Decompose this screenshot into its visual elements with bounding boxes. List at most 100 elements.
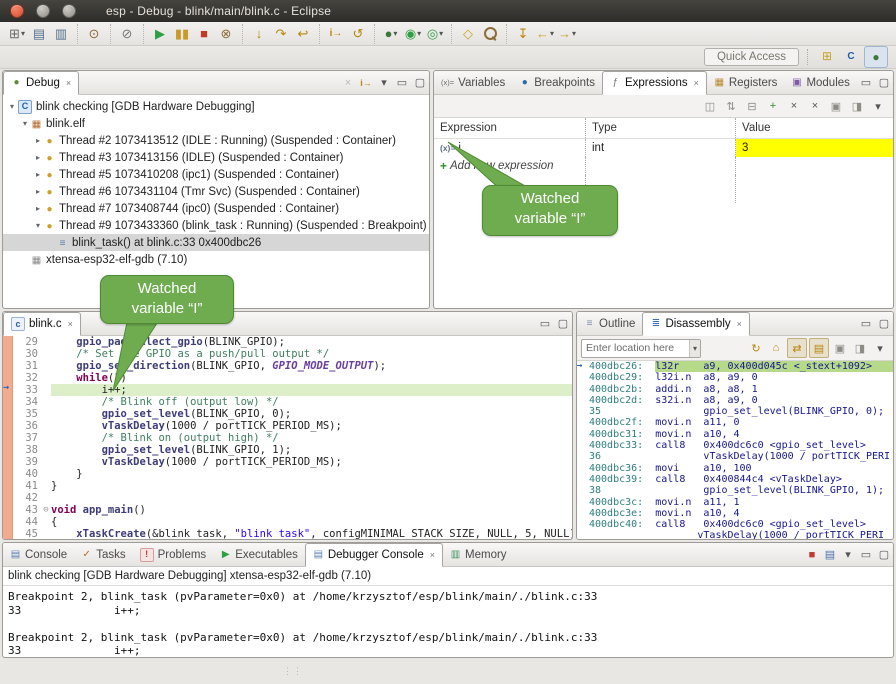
console-menu-icon[interactable]: ▾ <box>839 546 857 564</box>
tab-close-icon[interactable]: × <box>430 550 435 560</box>
tab-modules[interactable]: ▣Modules <box>784 71 856 94</box>
tab-blink-c[interactable]: cblink.c× <box>3 312 81 336</box>
dropdown-arrow-icon[interactable]: ▾ <box>439 30 443 38</box>
disassembly-instruction-line[interactable]: 400dbc39: call8 0x400844c4 <vTaskDelay> <box>577 474 893 485</box>
minimize-view-icon[interactable]: ▭ <box>857 74 875 92</box>
terminate-icon[interactable]: ■ <box>803 546 821 564</box>
disassembly-source-line[interactable]: 35 gpio_set_level(BLINK_GPIO, 0); <box>577 406 893 417</box>
tree-item-thread-9[interactable]: ▾●Thread #9 1073433360 (blink_task : Run… <box>3 217 429 234</box>
tab-disassembly[interactable]: ≣Disassembly× <box>642 312 749 336</box>
maximize-view-icon[interactable]: ▢ <box>411 74 429 92</box>
remove-all-terminated-icon[interactable]: × <box>339 74 357 92</box>
tree-expander-icon[interactable]: ▾ <box>33 221 43 230</box>
tab-outline[interactable]: ≡Outline <box>577 312 642 335</box>
code-line-35[interactable]: 35 gpio_set_level(BLINK_GPIO, 0); <box>3 408 572 420</box>
code-line-29[interactable]: 29 gpio_pad_select_gpio(BLINK_GPIO); <box>3 336 572 348</box>
tree-expander-icon[interactable]: ▸ <box>33 153 43 162</box>
disassembly-instruction-line[interactable]: 400dbc2d: s32i.n a8, a9, 0 <box>577 395 893 406</box>
debug-perspective-button[interactable]: ● <box>864 46 888 68</box>
status-bar-handle[interactable]: ⋮⋮ <box>283 666 303 677</box>
dropdown-arrow-icon[interactable]: ▾ <box>417 30 421 38</box>
external-tools-button[interactable]: ◎▾ <box>424 24 446 44</box>
drop-to-frame-button[interactable]: ↺ <box>347 24 369 44</box>
run-button[interactable]: ◉▾ <box>402 24 424 44</box>
show-logical-structure-icon[interactable]: ⇅ <box>722 97 740 115</box>
location-combo-dropdown-icon[interactable]: ▾ <box>689 340 700 357</box>
open-element-button[interactable]: ◇ <box>451 24 479 44</box>
disassembly-instruction-line[interactable]: 400dbc2b: addi.n a8, a8, 1 <box>577 384 893 395</box>
tree-item-program[interactable]: ▾▦blink.elf <box>3 115 429 132</box>
tree-expander-icon[interactable]: ▸ <box>33 204 43 213</box>
pin-view-icon[interactable]: ◨ <box>851 339 869 357</box>
tab-tasks[interactable]: ✓Tasks <box>74 543 132 566</box>
tab-close-icon[interactable]: × <box>68 319 73 329</box>
tree-expander-icon[interactable]: ▸ <box>33 136 43 145</box>
disassembly-source-line[interactable]: vTaskDelay(1000 / portTICK_PERI <box>577 530 893 540</box>
minimize-view-icon[interactable]: ▭ <box>857 315 875 333</box>
tab-breakpoints[interactable]: ●Breakpoints <box>512 71 602 94</box>
column-header-type[interactable]: Type <box>586 118 736 138</box>
forward-button[interactable]: →▾ <box>556 24 578 44</box>
show-types-icon[interactable]: ◫ <box>701 97 719 115</box>
code-line-37[interactable]: 37 /* Blink on (output high) */ <box>3 432 572 444</box>
dropdown-arrow-icon[interactable]: ▾ <box>572 30 576 38</box>
fold-marker-icon[interactable]: ⊖ <box>41 504 51 516</box>
tree-item-thread-3[interactable]: ▸●Thread #3 1073413156 (IDLE) (Suspended… <box>3 149 429 166</box>
maximize-view-icon[interactable]: ▢ <box>875 315 893 333</box>
search-button[interactable] <box>479 24 501 44</box>
tree-expander-icon[interactable]: ▸ <box>33 187 43 196</box>
suspend-button[interactable]: ▮▮ <box>171 24 193 44</box>
build-button[interactable]: ⊙ <box>77 24 105 44</box>
maximize-view-icon[interactable]: ▢ <box>875 74 893 92</box>
tree-item-launch-config[interactable]: ▾Cblink checking [GDB Hardware Debugging… <box>3 98 429 115</box>
code-line-36[interactable]: 36 vTaskDelay(1000 / portTICK_PERIOD_MS)… <box>3 420 572 432</box>
maximize-view-icon[interactable]: ▢ <box>875 546 893 564</box>
tab-debugger-console[interactable]: ▤Debugger Console× <box>305 543 443 567</box>
dropdown-arrow-icon[interactable]: ▾ <box>550 30 554 38</box>
code-line-39[interactable]: 39 vTaskDelay(1000 / portTICK_PERIOD_MS)… <box>3 456 572 468</box>
code-line-32[interactable]: 32 while(1) <box>3 372 572 384</box>
skip-all-breakpoints-button[interactable]: ⊘ <box>110 24 138 44</box>
new-expressions-view-icon[interactable]: ▣ <box>827 97 845 115</box>
location-combo[interactable]: Enter location here ▾ <box>581 339 701 358</box>
disassembly-instruction-line[interactable]: 400dbc29: l32i.n a8, a9, 0 <box>577 372 893 383</box>
disassembly-source-line[interactable]: 38 gpio_set_level(BLINK_GPIO, 1); <box>577 485 893 496</box>
tree-item-thread-5[interactable]: ▸●Thread #5 1073410208 (ipc1) (Suspended… <box>3 166 429 183</box>
code-line-42[interactable]: 42 <box>3 492 572 504</box>
column-header-value[interactable]: Value <box>736 118 893 138</box>
minimize-view-icon[interactable]: ▭ <box>393 74 411 92</box>
code-line-45[interactable]: 45 xTaskCreate(&blink_task, "blink_task"… <box>3 528 572 540</box>
tree-item-thread-6[interactable]: ▸●Thread #6 1073431104 (Tmr Svc) (Suspen… <box>3 183 429 200</box>
open-perspective-button[interactable]: ⊞ <box>816 46 838 66</box>
remove-all-expressions-icon[interactable]: × <box>806 97 824 115</box>
pin-view-icon[interactable]: ◨ <box>848 97 866 115</box>
code-editor[interactable]: 29 gpio_pad_select_gpio(BLINK_GPIO);30 /… <box>3 336 572 540</box>
code-line-31[interactable]: 31 gpio_set_direction(BLINK_GPIO, GPIO_M… <box>3 360 572 372</box>
code-line-40[interactable]: 40 } <box>3 468 572 480</box>
disassembly-instruction-line[interactable]: 400dbc31: movi.n a10, 4 <box>577 429 893 440</box>
maximize-view-icon[interactable]: ▢ <box>554 315 572 333</box>
disassembly-instruction-line[interactable]: →400dbc26: l32r a9, 0x400d045c <_stext+1… <box>577 361 893 372</box>
refresh-icon[interactable]: ↻ <box>747 339 765 357</box>
instruction-stepping-button[interactable]: i→ <box>319 24 347 44</box>
code-line-43[interactable]: 43⊖void app_main() <box>3 504 572 516</box>
quick-access-button[interactable]: Quick Access <box>704 48 799 66</box>
tree-item-stack-frame[interactable]: ≡blink_task() at blink.c:33 0x400dbc26 <box>3 234 429 251</box>
last-edit-location-button[interactable]: ↧ <box>506 24 534 44</box>
step-into-button[interactable]: ↓ <box>242 24 270 44</box>
disassembly-instruction-line[interactable]: 400dbc36: movi a10, 100 <box>577 463 893 474</box>
disassembly-instruction-line[interactable]: 400dbc2f: movi.n a11, 0 <box>577 417 893 428</box>
terminate-button[interactable]: ■ <box>193 24 215 44</box>
code-line-30[interactable]: 30 /* Set the GPIO as a push/pull output… <box>3 348 572 360</box>
tree-expander-icon[interactable]: ▾ <box>7 102 17 111</box>
disassembly-listing[interactable]: →400dbc26: l32r a9, 0x400d045c <_stext+1… <box>577 361 893 540</box>
tab-console[interactable]: ▤Console <box>3 543 74 566</box>
cpp-perspective-button[interactable]: C <box>840 46 862 66</box>
step-return-button[interactable]: ↩ <box>292 24 314 44</box>
sync-with-selection-icon[interactable]: ⇄ <box>787 338 807 358</box>
disassembly-instruction-line[interactable]: 400dbc40: call8 0x400dc6c0 <gpio_set_lev… <box>577 519 893 530</box>
disassembly-source-line[interactable]: 36 vTaskDelay(1000 / portTICK_PERI <box>577 451 893 462</box>
show-source-icon[interactable]: ▤ <box>809 338 829 358</box>
display-selected-console-icon[interactable]: ▤ <box>821 546 839 564</box>
new-view-icon[interactable]: ▣ <box>831 339 849 357</box>
